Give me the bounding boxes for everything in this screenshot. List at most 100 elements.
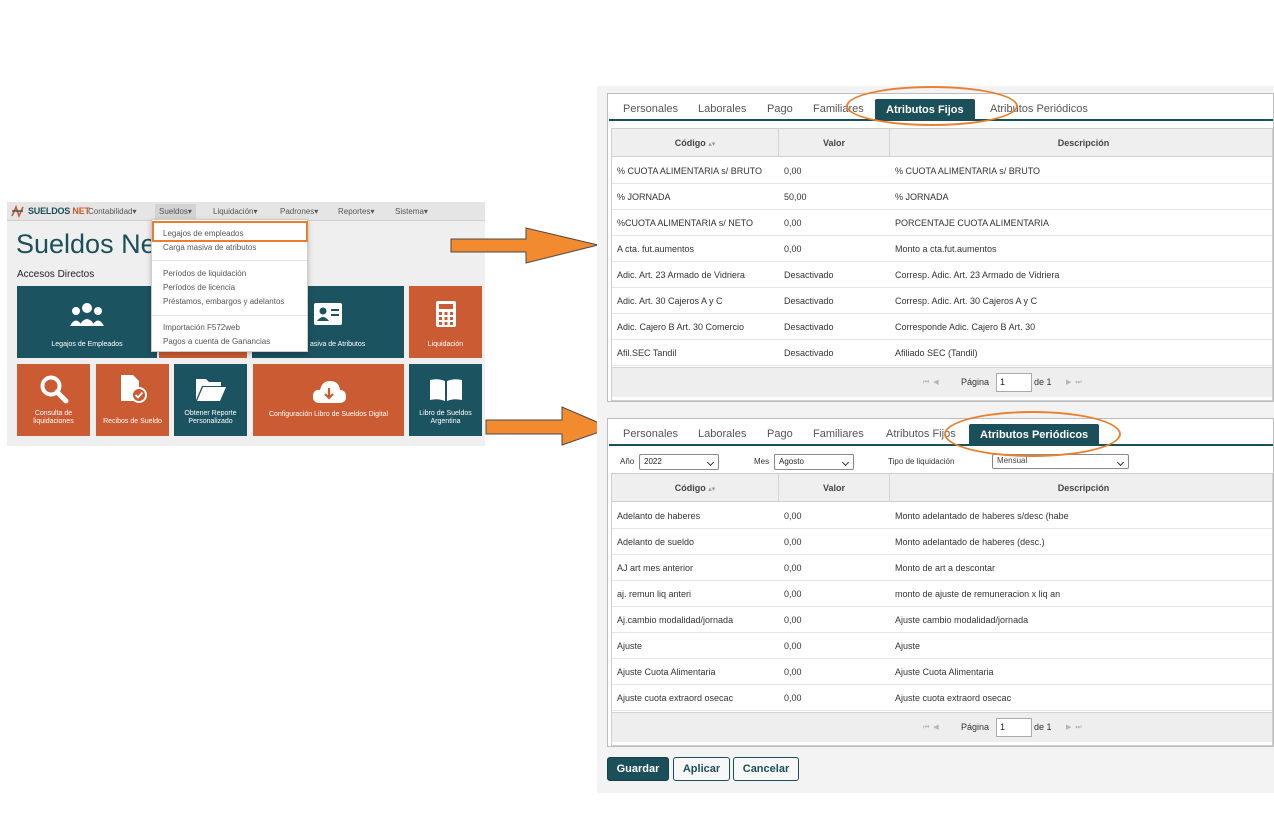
col-descripcion[interactable]: Descripción bbox=[890, 474, 1274, 502]
mes-select[interactable]: Agosto bbox=[774, 454, 854, 470]
tile-consulta-liquidaciones[interactable]: Consulta de liquidaciones bbox=[17, 364, 90, 436]
nav-reportes[interactable]: Reportes▾ bbox=[338, 207, 374, 216]
table-row[interactable]: AJ art mes anterior 0,00 Monto de art a de… bbox=[612, 555, 1272, 581]
tab-laborales[interactable]: Laborales bbox=[698, 103, 746, 115]
tab-familiares[interactable]: Familiares bbox=[813, 428, 864, 440]
table-row[interactable]: %CUOTA ALIMENTARIA s/ NETO 0,00 PORCENTAJE… bbox=[612, 210, 1272, 236]
pager-prev-icon[interactable]: ⏮◀ bbox=[923, 378, 943, 387]
accesos-directos-label: Accesos Directos bbox=[17, 269, 95, 280]
tab-personales[interactable]: Personales bbox=[623, 428, 678, 440]
calculator-icon bbox=[435, 301, 456, 327]
table-row[interactable]: Adelanto de sueldo 0,00 Monto adelantado d… bbox=[612, 529, 1272, 555]
cell-valor: 0,00 bbox=[784, 641, 802, 651]
anio-label: Año bbox=[620, 457, 635, 466]
table-row[interactable]: A cta. fut.aumentos 0,00 Monto a cta.fut.a… bbox=[612, 236, 1272, 262]
cell-valor: 0,00 bbox=[784, 537, 802, 547]
tile-recibos[interactable]: Recibos de Sueldo bbox=[96, 364, 169, 436]
cell-valor: Desactivado bbox=[784, 296, 834, 306]
col-valor[interactable]: Valor bbox=[779, 129, 890, 157]
menu-item-prestamos[interactable]: Préstamos, embargos y adelantos bbox=[163, 297, 284, 306]
pager-next-icon[interactable]: ▶⏭ bbox=[1066, 723, 1086, 732]
pager-label: Página bbox=[961, 722, 990, 732]
tile-reporte-label: Obtener Reporte Personalizado bbox=[184, 410, 237, 425]
table-row[interactable]: Adelanto de haberes 0,00 Monto adelantado … bbox=[612, 503, 1272, 529]
tile-legajos[interactable]: Legajos de Empleados bbox=[17, 286, 157, 358]
book-open-icon bbox=[429, 379, 462, 401]
table-row[interactable]: aj. remun liq anteri 0,00 monto de ajuste … bbox=[612, 581, 1272, 607]
tile-reporte[interactable]: Obtener Reporte Personalizado bbox=[174, 364, 247, 436]
table-row[interactable]: Ajuste Cuota Alimentaria 0,00 Ajuste Cuota… bbox=[612, 659, 1272, 685]
tile-libro-sueldos[interactable]: Libro de Sueldos Argentina bbox=[409, 364, 482, 436]
pager-prev-icon[interactable]: ⏮◀ bbox=[923, 723, 943, 732]
col-valor[interactable]: Valor bbox=[779, 474, 890, 502]
cell-valor: 0,00 bbox=[784, 563, 802, 573]
tab-pago[interactable]: Pago bbox=[767, 103, 793, 115]
sueldos-net-home: SUELDOS NET Contabilidad▾ Sueldos▾ Liqui… bbox=[7, 202, 485, 446]
cell-codigo: Ajuste cuota extraord osecac bbox=[617, 693, 734, 703]
cell-codigo: Afil.SEC Tandil bbox=[617, 348, 677, 358]
id-card-icon bbox=[314, 303, 342, 325]
col-descripcion[interactable]: Descripción bbox=[890, 129, 1274, 157]
table-row[interactable]: Ajuste cuota extraord osecac 0,00 Ajuste c… bbox=[612, 685, 1272, 711]
tile-configuracion-libro[interactable]: Configuración Libro de Sueldos Digital bbox=[253, 364, 404, 436]
anio-select[interactable]: 2022 bbox=[639, 454, 719, 470]
grid-atributos-periodicos: Código ▴▾ Valor Descripción Adelanto de … bbox=[611, 473, 1273, 746]
logo-icon bbox=[11, 205, 24, 218]
guardar-button[interactable]: Guardar bbox=[607, 757, 669, 781]
menu-item-periodos-liquidacion[interactable]: Períodos de liquidación bbox=[163, 269, 246, 278]
menu-divider bbox=[152, 260, 307, 261]
col-codigo[interactable]: Código ▴▾ bbox=[612, 129, 779, 157]
cell-codigo: A cta. fut.aumentos bbox=[617, 244, 695, 254]
pager-of: de 1 bbox=[1034, 722, 1052, 732]
table-row[interactable]: % JORNADA 50,00 % JORNADA bbox=[612, 184, 1272, 210]
sort-icon: ▴▾ bbox=[708, 486, 716, 493]
highlight-box bbox=[152, 221, 308, 242]
tile-libro-label: Libro de Sueldos Argentina bbox=[419, 410, 472, 425]
page-title: Sueldos Net bbox=[16, 229, 163, 260]
pager-next-icon[interactable]: ▶⏭ bbox=[1066, 378, 1086, 387]
nav-padrones[interactable]: Padrones▾ bbox=[280, 207, 318, 216]
menu-item-pagos-ganancias[interactable]: Pagos a cuenta de Ganancias bbox=[163, 337, 270, 346]
menu-item-importacion[interactable]: Importación F572web bbox=[163, 323, 240, 332]
nav-liquidacion[interactable]: Liquidación▾ bbox=[213, 207, 258, 216]
tab-pago[interactable]: Pago bbox=[767, 428, 793, 440]
cell-codigo: % JORNADA bbox=[617, 192, 671, 202]
cancelar-button[interactable]: Cancelar bbox=[733, 757, 799, 781]
people-icon bbox=[70, 303, 104, 326]
table-row[interactable]: Afil.SEC Tandil Desactivado Afiliado SEC (… bbox=[612, 340, 1272, 366]
cloud-download-icon bbox=[312, 381, 346, 403]
menu-item-carga-masiva[interactable]: Carga masiva de atributos bbox=[163, 243, 256, 252]
search-icon bbox=[40, 375, 68, 404]
col-codigo[interactable]: Código ▴▾ bbox=[612, 474, 779, 502]
tab-personales[interactable]: Personales bbox=[623, 103, 678, 115]
cell-valor: Desactivado bbox=[784, 348, 834, 358]
cell-valor: 0,00 bbox=[784, 218, 802, 228]
table-row[interactable]: Ajuste 0,00 Ajuste bbox=[612, 633, 1272, 659]
mes-label: Mes bbox=[754, 457, 770, 466]
table-row[interactable]: Aj.cambio modalidad/jornada 0,00 Ajuste ca… bbox=[612, 607, 1272, 633]
table-row[interactable]: Adic. Cajero B Art. 30 Comercio Desactiva… bbox=[612, 314, 1272, 340]
cell-descripcion: % JORNADA bbox=[895, 192, 949, 202]
cell-codigo: Adelanto de haberes bbox=[617, 511, 701, 521]
nav-contabilidad[interactable]: Contabilidad▾ bbox=[88, 207, 137, 216]
table-row[interactable]: % CUOTA ALIMENTARIA s/ BRUTO 0,00 % CUOTA … bbox=[612, 158, 1272, 184]
table-row[interactable]: Adic. Art. 30 Cajeros A y C Desactivado Co… bbox=[612, 288, 1272, 314]
cell-codigo: Adic. Art. 23 Armado de Vidriera bbox=[617, 270, 745, 280]
aplicar-button[interactable]: Aplicar bbox=[673, 757, 730, 781]
nav-sueldos[interactable]: Sueldos▾ bbox=[155, 204, 196, 220]
tile-configuracion-label: Configuración Libro de Sueldos Digital bbox=[268, 411, 389, 418]
pager-page-input[interactable]: 1 bbox=[996, 718, 1032, 737]
logo-sueldos: SUELDOS bbox=[28, 206, 71, 216]
grid-header: Código ▴▾ Valor Descripción bbox=[612, 129, 1272, 157]
arrow-right-icon bbox=[450, 227, 599, 264]
cell-descripcion: Monto a cta.fut.aumentos bbox=[895, 244, 997, 254]
tile-liquidacion[interactable]: Liquidación bbox=[409, 286, 482, 358]
pager-page-input[interactable]: 1 bbox=[996, 373, 1032, 392]
table-row[interactable]: Adic. Art. 23 Armado de Vidriera Desactiv… bbox=[612, 262, 1272, 288]
menu-item-periodos-licencia[interactable]: Períodos de licencia bbox=[163, 283, 235, 292]
cell-descripcion: Monto adelantado de haberes s/desc (habe bbox=[895, 511, 1069, 521]
tile-liquidacion-label: Liquidación bbox=[427, 341, 464, 348]
nav-sistema[interactable]: Sistema▾ bbox=[395, 207, 428, 216]
page-title-main: Sueldos Ne bbox=[16, 229, 156, 259]
tab-laborales[interactable]: Laborales bbox=[698, 428, 746, 440]
